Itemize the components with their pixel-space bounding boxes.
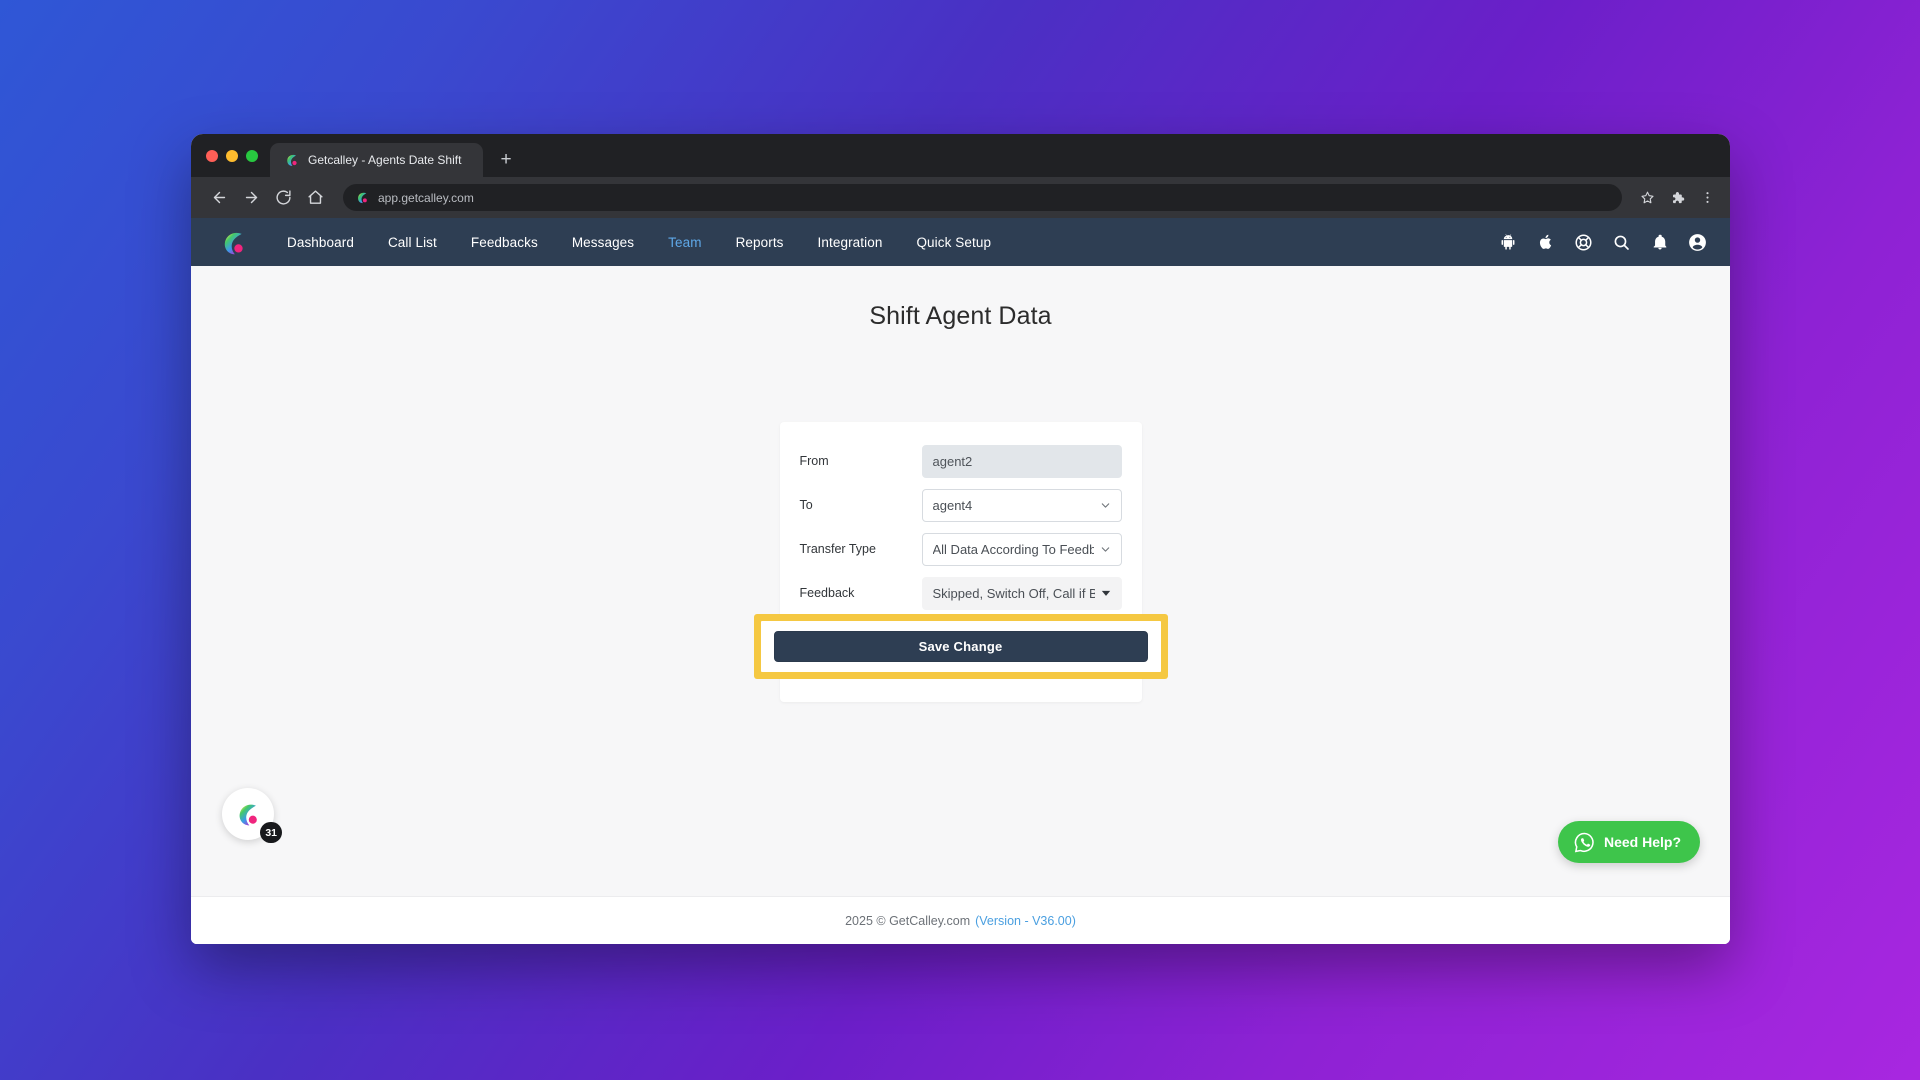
- from-input: agent2: [921, 444, 1122, 478]
- puzzle-piece-icon[interactable]: [1664, 185, 1690, 211]
- form-row-to: To agent4: [780, 488, 1142, 522]
- from-input-value: agent2: [932, 453, 973, 469]
- forward-arrow-icon[interactable]: [237, 184, 265, 212]
- nav-item-feedbacks[interactable]: Feedbacks: [454, 235, 555, 250]
- app-nav-links: Dashboard Call List Feedbacks Messages T…: [270, 235, 1008, 250]
- footer-copyright: 2025 © GetCalley.com: [845, 913, 971, 928]
- calley-logo-icon: [284, 152, 300, 168]
- home-icon[interactable]: [301, 184, 329, 212]
- to-select-value: agent4: [932, 497, 973, 513]
- nav-item-call-list[interactable]: Call List: [371, 235, 454, 250]
- three-dot-menu-icon[interactable]: [1694, 185, 1720, 211]
- form-row-transfer-type: Transfer Type All Data According To Feed…: [780, 532, 1142, 566]
- user-account-icon[interactable]: [1687, 232, 1708, 253]
- calley-logo-icon[interactable]: [219, 228, 248, 257]
- floating-calley-widget[interactable]: 31: [222, 788, 282, 843]
- page-title: Shift Agent Data: [869, 302, 1052, 330]
- dropdown-caret-icon: [1101, 588, 1111, 598]
- back-arrow-icon[interactable]: [205, 184, 233, 212]
- new-tab-button[interactable]: +: [491, 144, 521, 174]
- footer-version-link[interactable]: (Version - V36.00): [975, 914, 1076, 928]
- label-from: From: [799, 454, 829, 468]
- browser-tab-strip: Getcalley - Agents Date Shift +: [191, 134, 1730, 177]
- star-icon[interactable]: [1634, 185, 1660, 211]
- notification-bell-icon[interactable]: [1649, 232, 1670, 253]
- browser-toolbar: app.getcalley.com: [191, 177, 1730, 218]
- page-content: Shift Agent Data From agent2 To agent4 T…: [191, 266, 1730, 896]
- calley-logo-icon: [239, 804, 257, 826]
- need-help-button[interactable]: Need Help?: [1557, 821, 1700, 863]
- reload-icon[interactable]: [269, 184, 297, 212]
- nav-item-integration[interactable]: Integration: [801, 235, 900, 250]
- nav-item-messages[interactable]: Messages: [555, 235, 651, 250]
- close-window-button[interactable]: [206, 149, 218, 162]
- android-icon[interactable]: [1497, 232, 1518, 253]
- form-row-feedback: Feedback Skipped, Switch Off, Call if Bu…: [780, 576, 1142, 610]
- chevron-down-icon: [1100, 500, 1111, 511]
- site-favicon-icon: [355, 190, 370, 205]
- browser-tab-title: Getcalley - Agents Date Shift: [308, 153, 462, 167]
- nav-item-reports[interactable]: Reports: [719, 235, 801, 250]
- floating-widget-count-badge: 31: [260, 822, 282, 843]
- browser-tab[interactable]: Getcalley - Agents Date Shift: [270, 143, 483, 177]
- search-icon[interactable]: [1611, 232, 1632, 253]
- page-viewport: Dashboard Call List Feedbacks Messages T…: [191, 218, 1730, 944]
- address-bar-url: app.getcalley.com: [378, 190, 474, 205]
- support-lifebuoy-icon[interactable]: [1573, 232, 1594, 253]
- feedback-multiselect[interactable]: Skipped, Switch Off, Call if Busy: [921, 576, 1122, 610]
- need-help-label: Need Help?: [1603, 834, 1681, 850]
- transfer-type-select[interactable]: All Data According To Feedback: [921, 532, 1122, 566]
- form-row-from: From agent2: [780, 444, 1142, 478]
- label-transfer-type: Transfer Type: [799, 542, 876, 556]
- nav-item-dashboard[interactable]: Dashboard: [270, 235, 371, 250]
- feedback-multiselect-value: Skipped, Switch Off, Call if Busy: [932, 585, 1095, 601]
- to-select[interactable]: agent4: [921, 488, 1122, 522]
- app-navbar-icons: [1497, 232, 1708, 253]
- nav-item-quick-setup[interactable]: Quick Setup: [899, 235, 1008, 250]
- chevron-down-icon: [1100, 544, 1111, 555]
- save-change-button[interactable]: Save Change: [773, 631, 1148, 662]
- transfer-type-select-value: All Data According To Feedback: [932, 541, 1094, 557]
- minimize-window-button[interactable]: [226, 149, 238, 162]
- label-feedback: Feedback: [799, 586, 855, 600]
- whatsapp-icon: [1573, 831, 1596, 854]
- apple-icon[interactable]: [1535, 232, 1556, 253]
- app-footer: 2025 © GetCalley.com (Version - V36.00): [191, 896, 1730, 944]
- nav-item-team[interactable]: Team: [651, 235, 718, 250]
- app-navbar: Dashboard Call List Feedbacks Messages T…: [191, 218, 1730, 266]
- browser-window: Getcalley - Agents Date Shift + app.getc…: [191, 134, 1730, 944]
- save-button-highlight-inner: Save Change: [760, 621, 1161, 672]
- window-traffic-lights: [202, 134, 270, 177]
- maximize-window-button[interactable]: [246, 149, 258, 162]
- label-to: To: [799, 498, 813, 512]
- save-button-highlight: Save Change: [753, 614, 1168, 679]
- address-bar[interactable]: app.getcalley.com: [343, 184, 1622, 211]
